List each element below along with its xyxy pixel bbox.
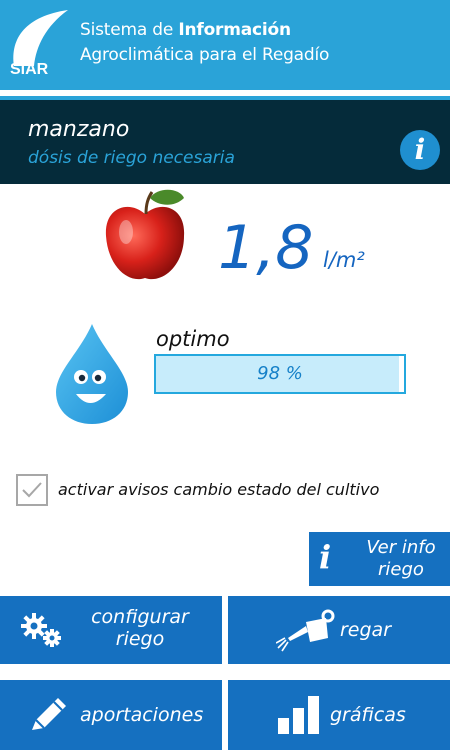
water-drop-icon xyxy=(56,324,128,424)
bar-chart-icon xyxy=(278,696,319,734)
regar-label: regar xyxy=(340,619,392,641)
info-icon: i xyxy=(319,538,332,576)
crop-name: manzano xyxy=(28,117,130,142)
alerts-checkbox[interactable] xyxy=(16,474,48,506)
crop-header-bar xyxy=(0,100,450,184)
pencil-icon xyxy=(32,698,66,730)
configure-irrigation-button[interactable]: configurar riego xyxy=(0,596,222,664)
logo-text: SiAR xyxy=(10,61,49,78)
status-progress-bar: 98 % xyxy=(154,354,406,394)
ver-info-label-line2: riego xyxy=(378,559,424,580)
watering-can-icon xyxy=(276,609,335,652)
apple-icon xyxy=(105,189,185,280)
app-title-line2: Agroclimática para el Regadío xyxy=(80,45,330,65)
crop-subtitle: dósis de riego necesaria xyxy=(28,148,235,168)
siar-logo: SiAR xyxy=(10,10,68,78)
info-icon[interactable]: i xyxy=(400,130,440,170)
app-title-bold: Información xyxy=(178,20,291,40)
progress-text: 98 % xyxy=(257,363,303,384)
configure-label-line2: riego xyxy=(115,628,165,650)
regar-button[interactable]: regar xyxy=(228,596,450,664)
ver-info-riego-button[interactable]: i Ver info riego xyxy=(309,532,450,586)
aportaciones-label: aportaciones xyxy=(80,704,204,726)
dose-value: 1,8 xyxy=(218,213,314,283)
gears-icon xyxy=(21,613,61,647)
app-header: SiAR Sistema de Información Agroclimátic… xyxy=(0,0,450,90)
graficas-button[interactable]: gráficas xyxy=(228,680,450,750)
dose-unit: l/m² xyxy=(323,248,365,272)
ver-info-label-line1: Ver info xyxy=(366,537,436,558)
app-title-prefix: Sistema de xyxy=(80,20,179,40)
aportaciones-button[interactable]: aportaciones xyxy=(0,680,222,750)
configure-label-line1: configurar xyxy=(91,606,189,628)
check-icon xyxy=(22,482,42,498)
graficas-label: gráficas xyxy=(330,704,406,726)
alerts-label: activar avisos cambio estado del cultivo xyxy=(58,480,380,499)
status-label: optimo xyxy=(156,327,230,351)
app-title: Sistema de Información Agroclimática par… xyxy=(80,18,329,68)
